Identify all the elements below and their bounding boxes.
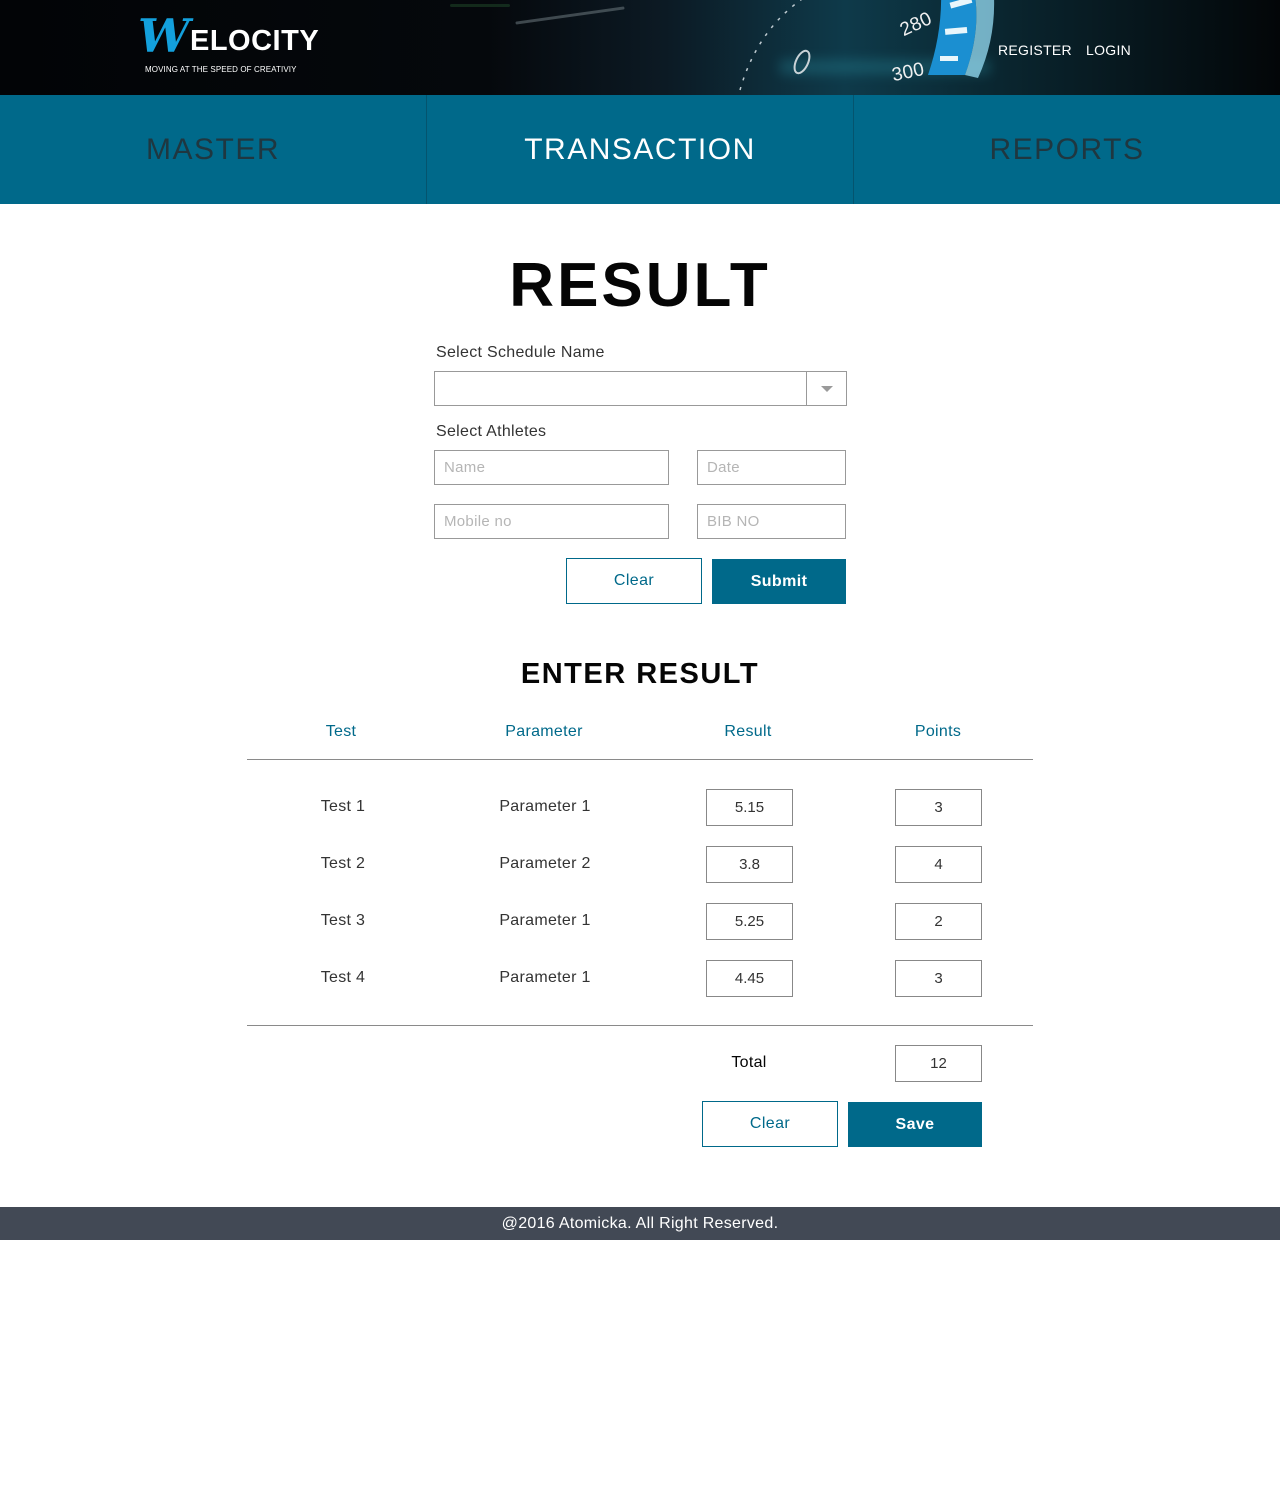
test-cell: Test 4 xyxy=(320,969,366,986)
points-input[interactable] xyxy=(895,960,982,997)
filter-clear-button[interactable]: Clear xyxy=(566,558,702,604)
schedule-name-label: Select Schedule Name xyxy=(436,344,605,361)
schedule-name-select[interactable] xyxy=(434,371,847,406)
total-label: Total xyxy=(731,1054,767,1071)
nav-item-reports[interactable]: REPORTS xyxy=(854,95,1280,204)
submit-button[interactable]: Submit xyxy=(712,559,846,604)
chevron-down-icon[interactable] xyxy=(806,372,846,405)
points-input[interactable] xyxy=(895,903,982,940)
results-clear-button[interactable]: Clear xyxy=(702,1101,838,1147)
table-footer-divider xyxy=(247,1025,1033,1026)
enter-result-title: ENTER RESULT xyxy=(520,658,760,690)
date-input[interactable] xyxy=(697,450,846,485)
login-link[interactable]: LOGIN xyxy=(1086,42,1131,58)
brand-logo[interactable]: W ELOCITY MOVING AT THE SPEED OF CREATIV… xyxy=(138,9,320,78)
result-input[interactable] xyxy=(706,846,793,883)
points-input[interactable] xyxy=(895,846,982,883)
main-nav: MASTER TRANSACTION REPORTS xyxy=(0,95,1280,204)
nav-item-transaction[interactable]: TRANSACTION xyxy=(427,95,854,204)
nav-item-master[interactable]: MASTER xyxy=(0,95,427,204)
logo-w-mark: W xyxy=(138,9,190,63)
result-input[interactable] xyxy=(706,960,793,997)
site-header: 280 300 W ELOCITY MOVING AT THE SPEED OF… xyxy=(0,0,1280,95)
footer-copyright: @2016 Atomicka. All Right Reserved. xyxy=(0,1207,1280,1240)
result-input[interactable] xyxy=(706,789,793,826)
register-link[interactable]: REGISTER xyxy=(998,42,1072,58)
decorative-streak xyxy=(515,6,625,25)
test-cell: Test 3 xyxy=(320,912,366,929)
column-header-result: Result xyxy=(724,723,772,740)
brand-tagline: MOVING AT THE SPEED OF CREATIVIY xyxy=(145,65,297,74)
parameter-cell: Parameter 1 xyxy=(499,969,591,986)
parameter-cell: Parameter 1 xyxy=(499,912,591,929)
page-title: RESULT xyxy=(509,251,771,320)
test-cell: Test 1 xyxy=(320,798,366,815)
result-input[interactable] xyxy=(706,903,793,940)
mobile-input[interactable] xyxy=(434,504,669,539)
column-header-points: Points xyxy=(914,723,962,740)
name-input[interactable] xyxy=(434,450,669,485)
select-athletes-label: Select Athletes xyxy=(436,423,547,440)
bib-no-input[interactable] xyxy=(697,504,846,539)
column-header-test: Test xyxy=(325,723,357,740)
points-input[interactable] xyxy=(895,789,982,826)
logo-wordmark: ELOCITY xyxy=(190,25,320,57)
test-cell: Test 2 xyxy=(320,855,366,872)
parameter-cell: Parameter 2 xyxy=(499,855,591,872)
column-header-parameter: Parameter xyxy=(505,723,583,740)
total-points-input[interactable] xyxy=(895,1045,982,1082)
parameter-cell: Parameter 1 xyxy=(499,798,591,815)
save-button[interactable]: Save xyxy=(848,1102,982,1147)
decorative-streak xyxy=(450,4,510,7)
table-header-divider xyxy=(247,759,1033,760)
speedometer-graphic xyxy=(739,0,995,91)
